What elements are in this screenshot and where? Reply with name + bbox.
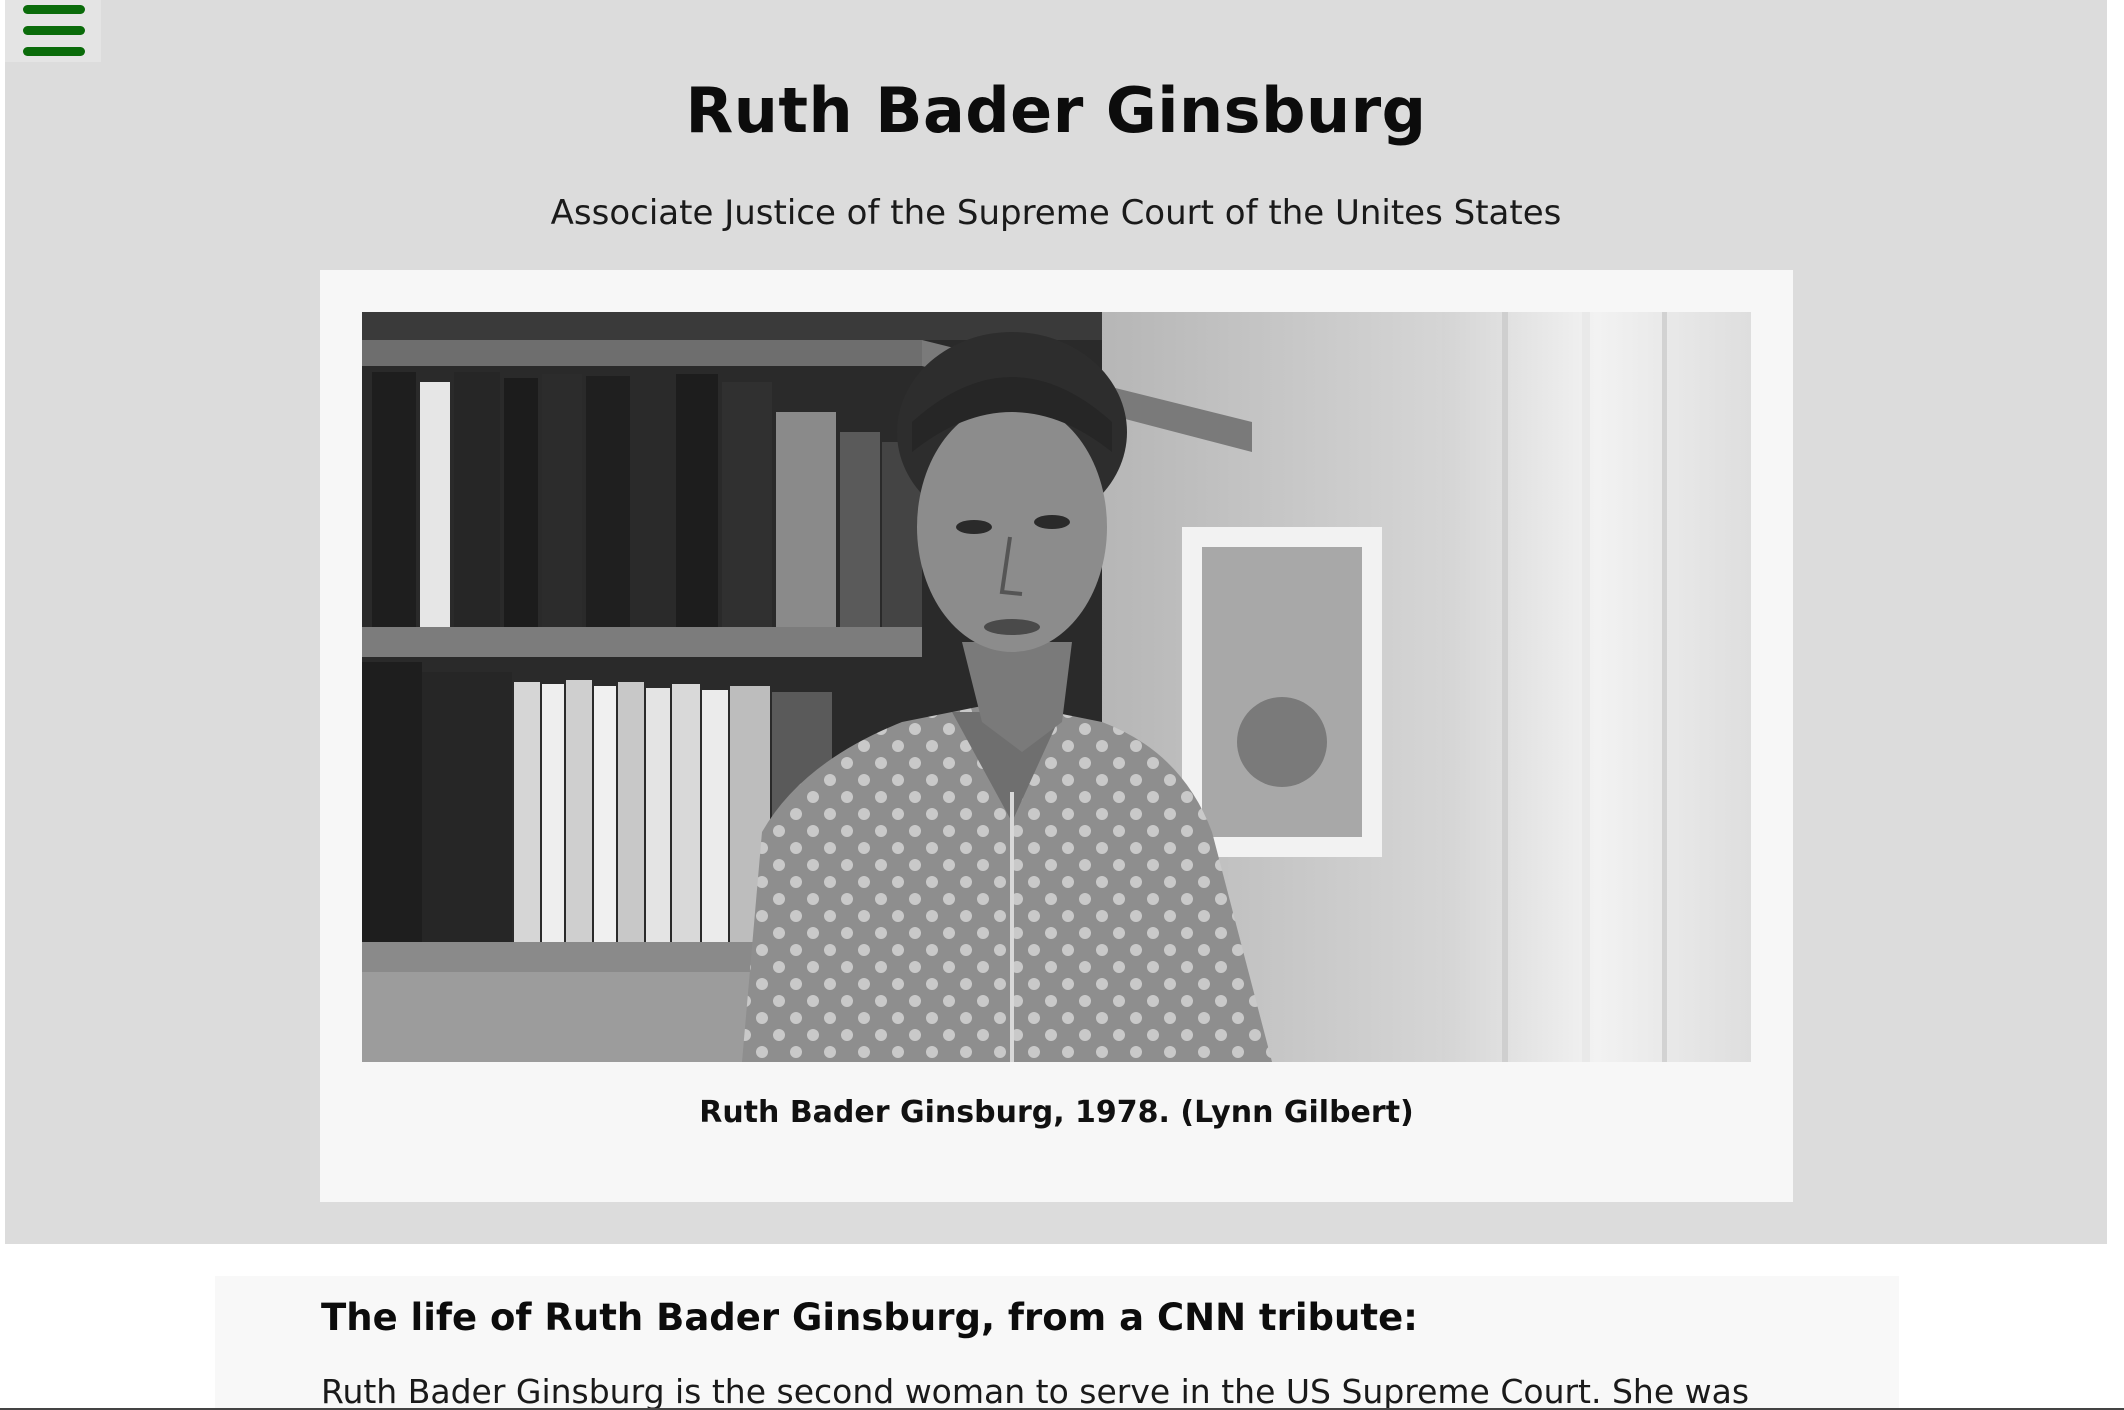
- hero-section: Ruth Bader Ginsburg Associate Justice of…: [5, 0, 2107, 1244]
- article-paragraph: Ruth Bader Ginsburg is the second woman …: [321, 1372, 1750, 1410]
- page-title: Ruth Bader Ginsburg: [685, 74, 1427, 147]
- menu-icon-bar-bottom: [23, 47, 85, 56]
- photo-caption: Ruth Bader Ginsburg, 1978. (Lynn Gilbert…: [699, 1095, 1414, 1130]
- photo-card: Ruth Bader Ginsburg, 1978. (Lynn Gilbert…: [320, 270, 1793, 1202]
- menu-icon-bar-middle: [23, 26, 85, 35]
- menu-icon-bar-top: [23, 5, 85, 14]
- article-heading: The life of Ruth Bader Ginsburg, from a …: [321, 1296, 1418, 1339]
- page: Ruth Bader Ginsburg Associate Justice of…: [0, 0, 2124, 1410]
- page-subtitle: Associate Justice of the Supreme Court o…: [550, 193, 1562, 233]
- article-section: The life of Ruth Bader Ginsburg, from a …: [215, 1276, 1899, 1410]
- hamburger-menu-button[interactable]: [5, 0, 101, 62]
- ginsburg-photo: [362, 312, 1751, 1062]
